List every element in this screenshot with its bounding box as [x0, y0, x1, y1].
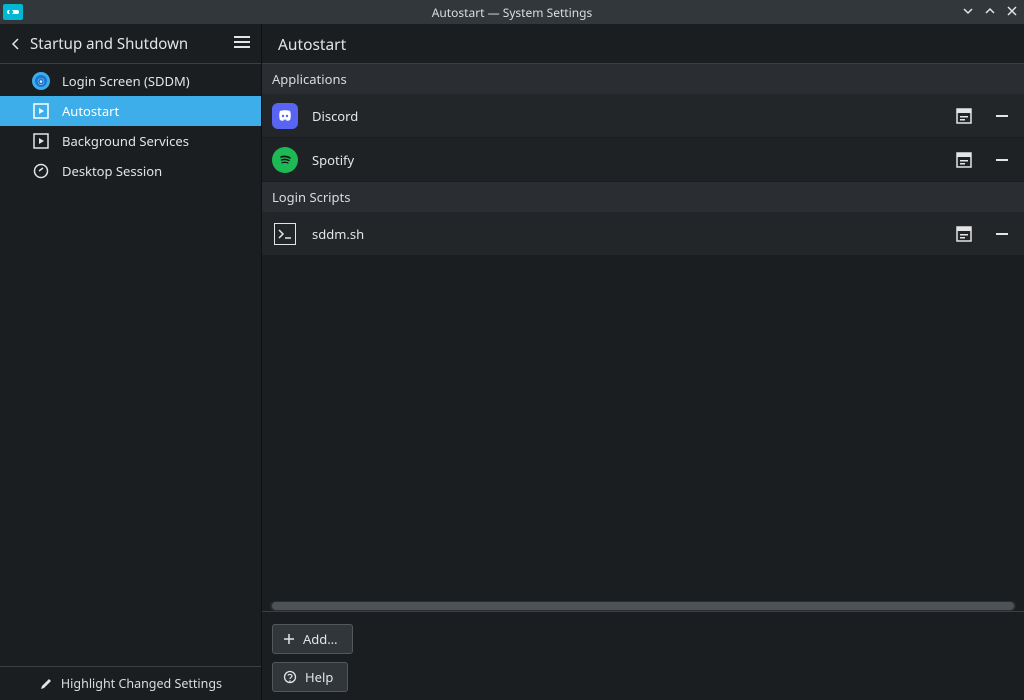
pencil-icon — [39, 677, 53, 691]
sidebar-list: ⦿ Login Screen (SDDM) Autostart Backgrou… — [0, 64, 261, 186]
help-icon — [283, 670, 297, 684]
add-button[interactable]: Add… — [272, 624, 353, 654]
help-button[interactable]: Help — [272, 662, 348, 692]
sidebar-item-label: Desktop Session — [62, 162, 162, 180]
sidebar-title: Startup and Shutdown — [30, 34, 233, 54]
main-panel: Autostart Applications Discord — [262, 24, 1024, 700]
horizontal-scrollbar[interactable] — [270, 601, 1016, 611]
app-row-discord[interactable]: Discord — [262, 94, 1024, 138]
remove-button[interactable] — [994, 152, 1010, 168]
autostart-icon — [32, 102, 50, 120]
remove-button[interactable] — [994, 108, 1010, 124]
sidebar-item-background-services[interactable]: Background Services — [0, 126, 261, 156]
sidebar-item-login-screen[interactable]: ⦿ Login Screen (SDDM) — [0, 66, 261, 96]
properties-icon — [956, 108, 972, 124]
minus-icon — [996, 115, 1008, 117]
bottom-toolbar: Add… Help — [262, 611, 1024, 700]
app-icon — [3, 4, 23, 20]
properties-button[interactable] — [956, 226, 972, 242]
back-button[interactable] — [6, 37, 26, 51]
sidebar: Startup and Shutdown ⦿ Login Screen (SDD… — [0, 24, 262, 700]
plus-icon — [283, 633, 295, 645]
close-button[interactable] — [1006, 3, 1018, 21]
minus-icon — [996, 233, 1008, 235]
sidebar-item-desktop-session[interactable]: Desktop Session — [0, 156, 261, 186]
sidebar-item-label: Autostart — [62, 102, 119, 120]
session-icon — [32, 162, 50, 180]
app-label: Discord — [312, 107, 956, 125]
app-label: Spotify — [312, 151, 956, 169]
highlight-changed-label: Highlight Changed Settings — [61, 675, 222, 692]
script-label: sddm.sh — [312, 225, 956, 243]
maximize-button[interactable] — [984, 3, 996, 21]
properties-icon — [956, 152, 972, 168]
remove-button[interactable] — [994, 226, 1010, 242]
sidebar-header: Startup and Shutdown — [0, 24, 261, 64]
menu-button[interactable] — [233, 35, 251, 53]
discord-icon — [272, 103, 298, 129]
help-label: Help — [305, 668, 333, 686]
page-title: Autostart — [262, 24, 1024, 64]
properties-button[interactable] — [956, 108, 972, 124]
login-screen-icon: ⦿ — [32, 72, 50, 90]
script-row-sddm[interactable]: sddm.sh — [262, 212, 1024, 256]
svg-text:⦿: ⦿ — [38, 78, 45, 87]
add-label: Add… — [303, 630, 338, 648]
highlight-changed-button[interactable]: Highlight Changed Settings — [0, 666, 261, 700]
section-header-applications: Applications — [262, 64, 1024, 94]
script-icon — [274, 223, 296, 245]
section-header-login-scripts: Login Scripts — [262, 182, 1024, 212]
titlebar: Autostart — System Settings — [0, 0, 1024, 24]
services-icon — [32, 132, 50, 150]
window-title: Autostart — System Settings — [432, 4, 593, 21]
properties-icon — [956, 226, 972, 242]
minus-icon — [996, 159, 1008, 161]
sidebar-item-label: Login Screen (SDDM) — [62, 72, 190, 90]
scrollbar-thumb[interactable] — [272, 602, 1014, 610]
properties-button[interactable] — [956, 152, 972, 168]
sidebar-item-autostart[interactable]: Autostart — [0, 96, 261, 126]
minimize-button[interactable] — [962, 3, 974, 21]
spotify-icon — [272, 147, 298, 173]
sidebar-item-label: Background Services — [62, 132, 189, 150]
app-row-spotify[interactable]: Spotify — [262, 138, 1024, 182]
